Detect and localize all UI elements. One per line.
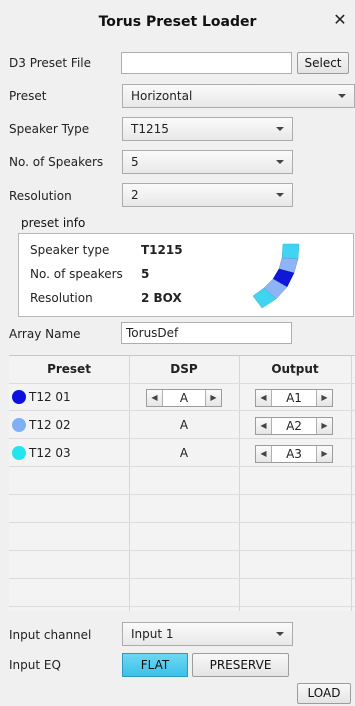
left-arrow-icon[interactable]: ◀	[256, 446, 272, 462]
torus-array-icon	[252, 243, 300, 309]
chevron-down-icon	[276, 632, 284, 636]
col-header-preset[interactable]: Preset	[9, 356, 129, 384]
flat-button[interactable]: FLAT	[122, 653, 188, 677]
input-eq-label: Input EQ	[9, 658, 61, 672]
info-speaker-type-label: Speaker type	[30, 243, 110, 257]
speaker-type-label: Speaker Type	[9, 122, 90, 136]
preset-dropdown[interactable]: Horizontal	[122, 84, 355, 108]
resolution-label: Resolution	[9, 189, 72, 203]
num-speakers-label: No. of Speakers	[9, 155, 104, 169]
dsp-value: A	[179, 446, 189, 460]
input-channel-dropdown[interactable]: Input 1	[122, 622, 293, 646]
output-spinner[interactable]: ◀ A1 ▶	[255, 389, 333, 407]
preset-label: Preset	[9, 89, 47, 103]
right-arrow-icon[interactable]: ▶	[205, 390, 221, 406]
right-arrow-icon[interactable]: ▶	[316, 418, 332, 434]
input-channel-value: Input 1	[131, 627, 174, 641]
info-num-speakers-label: No. of speakers	[30, 267, 123, 281]
close-icon[interactable]: ✕	[330, 10, 350, 30]
array-name-label: Array Name	[9, 327, 81, 341]
dsp-value: A	[179, 418, 189, 432]
left-arrow-icon[interactable]: ◀	[256, 418, 272, 434]
load-button[interactable]: LOAD	[297, 683, 351, 704]
array-name-input[interactable]: TorusDef	[121, 322, 292, 344]
preset-info-title: preset info	[21, 216, 86, 230]
info-resolution-label: Resolution	[30, 291, 93, 305]
window-title: Torus Preset Loader	[98, 14, 257, 30]
output-value: A3	[286, 447, 302, 461]
col-header-dsp[interactable]: DSP	[129, 356, 239, 384]
speaker-type-value: T1215	[131, 122, 169, 136]
color-dot-icon	[12, 390, 26, 404]
preset-grid: Preset DSP Output T12 01 ◀ A ▶ ◀ A1 ▶ T1…	[9, 355, 355, 611]
speaker-type-dropdown[interactable]: T1215	[122, 117, 293, 141]
info-resolution-value: 2 BOX	[141, 291, 182, 305]
d3-preset-file-label: D3 Preset File	[9, 56, 92, 70]
array-box-1	[281, 243, 300, 260]
resolution-dropdown[interactable]: 2	[122, 183, 293, 207]
row-preset-name: T12 02	[29, 418, 71, 432]
col-header-output[interactable]: Output	[239, 356, 351, 384]
color-dot-icon	[12, 446, 26, 460]
output-value: A2	[286, 419, 302, 433]
array-name-value: TorusDef	[126, 326, 179, 340]
preset-value: Horizontal	[131, 89, 193, 103]
input-channel-label: Input channel	[9, 628, 92, 642]
dsp-spinner[interactable]: ◀ A ▶	[146, 389, 222, 407]
color-dot-icon	[12, 418, 26, 432]
row-preset-name: T12 03	[29, 446, 71, 460]
d3-preset-file-input[interactable]	[121, 52, 292, 74]
info-num-speakers-value: 5	[141, 267, 150, 281]
chevron-down-icon	[276, 193, 284, 197]
preset-info-panel: Speaker type T1215 No. of speakers 5 Res…	[18, 233, 354, 317]
output-spinner[interactable]: ◀ A2 ▶	[255, 417, 333, 435]
chevron-down-icon	[338, 94, 346, 98]
num-speakers-dropdown[interactable]: 5	[122, 150, 293, 174]
output-value: A1	[286, 391, 302, 405]
info-speaker-type-value: T1215	[141, 243, 183, 257]
left-arrow-icon[interactable]: ◀	[147, 390, 163, 406]
num-speakers-value: 5	[131, 155, 139, 169]
dsp-value: A	[179, 391, 189, 405]
output-spinner[interactable]: ◀ A3 ▶	[255, 445, 333, 463]
chevron-down-icon	[276, 127, 284, 131]
preserve-button[interactable]: PRESERVE	[192, 653, 289, 677]
select-file-button[interactable]: Select	[297, 52, 349, 74]
row-preset-name: T12 01	[29, 390, 71, 404]
resolution-value: 2	[131, 188, 139, 202]
chevron-down-icon	[276, 160, 284, 164]
right-arrow-icon[interactable]: ▶	[316, 446, 332, 462]
left-arrow-icon[interactable]: ◀	[256, 390, 272, 406]
right-arrow-icon[interactable]: ▶	[316, 390, 332, 406]
